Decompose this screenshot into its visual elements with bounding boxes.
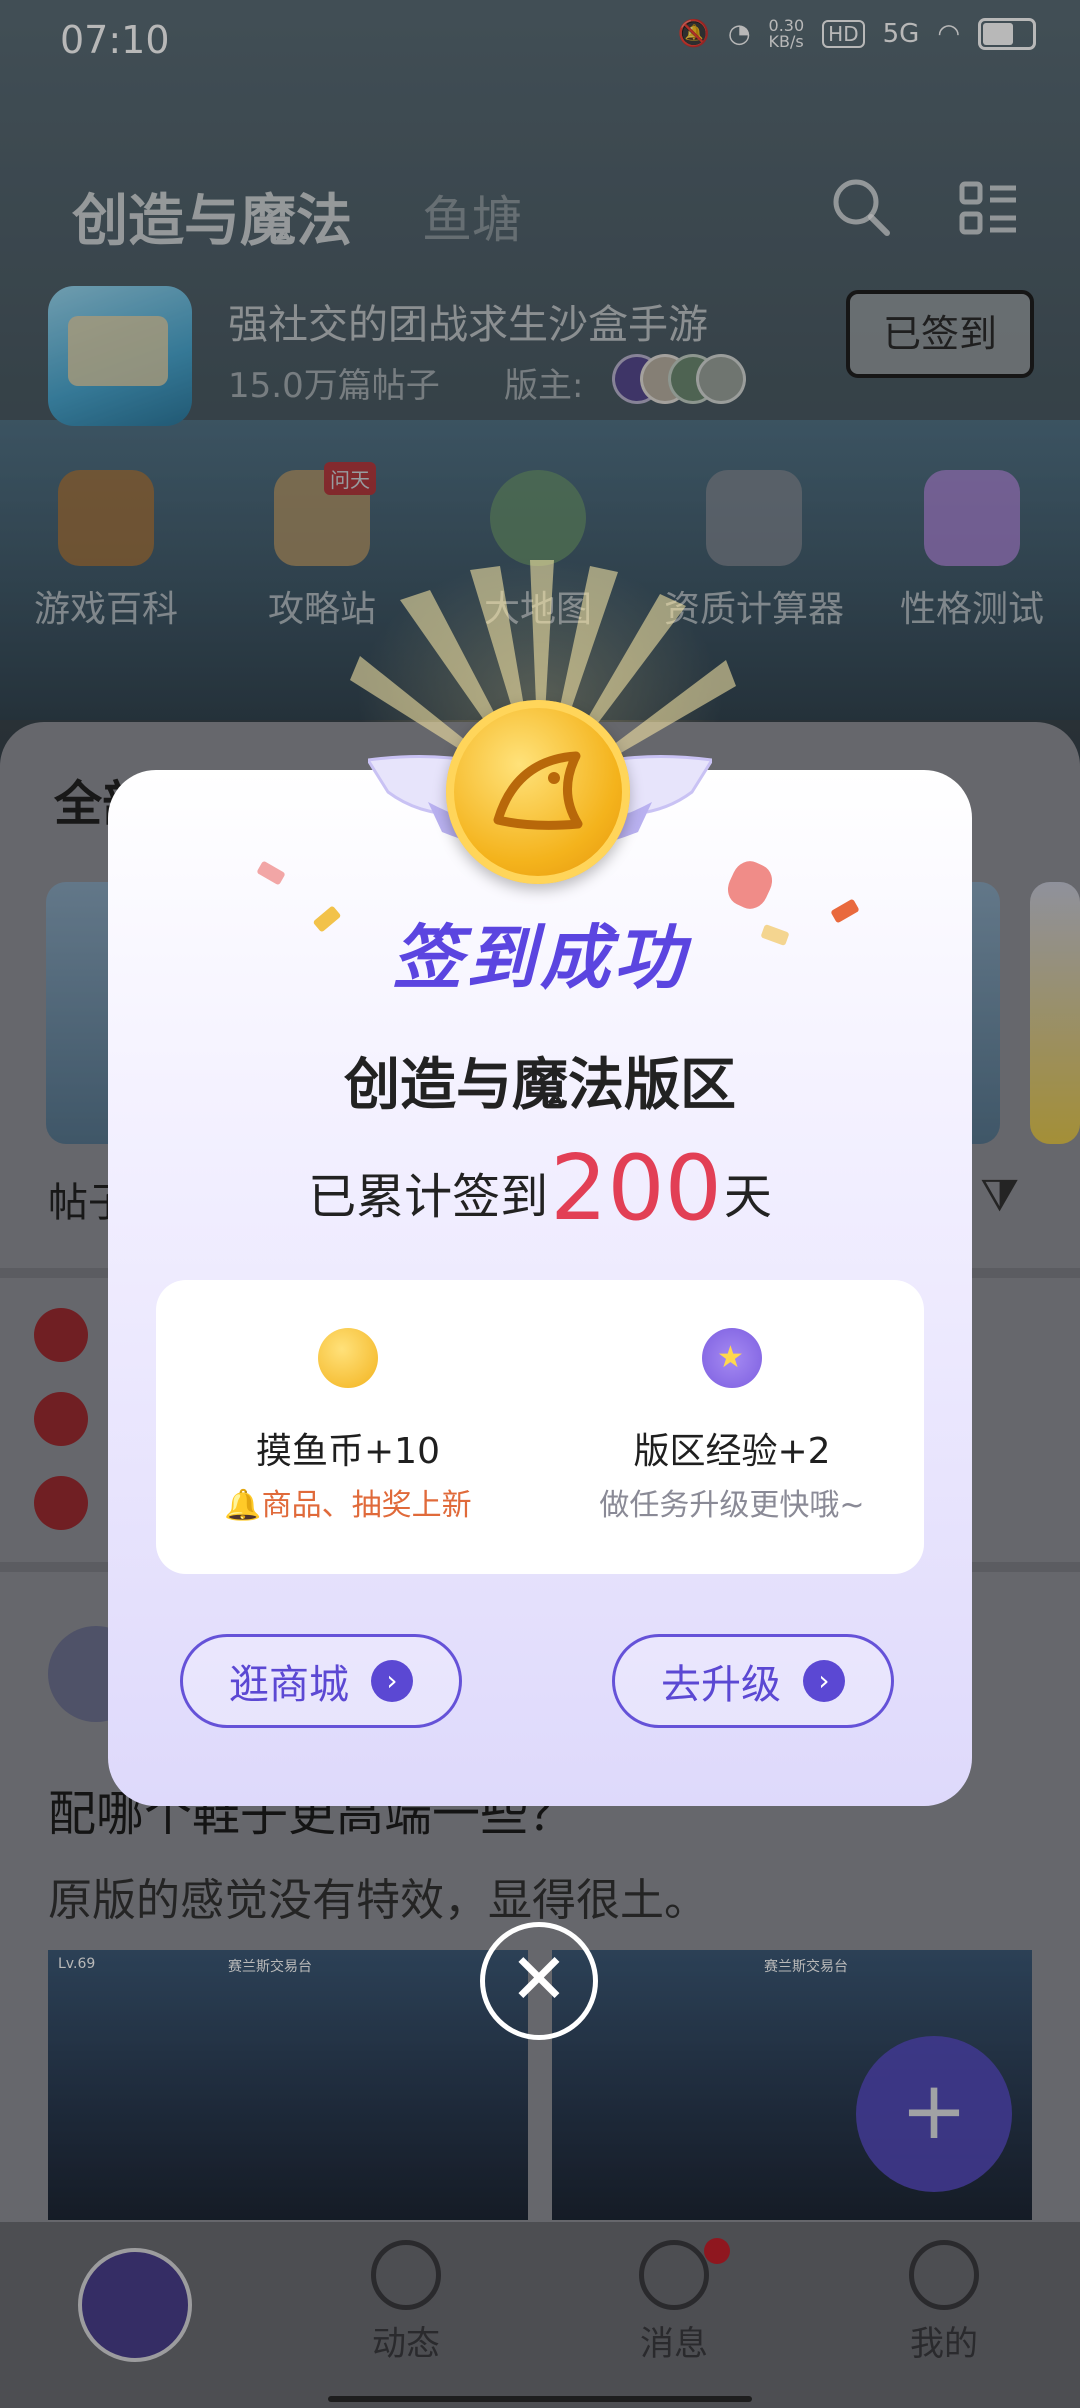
go-upgrade-label: 去升级 [661, 1662, 781, 1708]
signin-success-title: 签到成功 [392, 917, 688, 999]
go-upgrade-button[interactable]: 去升级 › [612, 1634, 894, 1728]
chevron-right-icon: › [371, 1660, 413, 1702]
star-badge-icon: ★ [702, 1328, 762, 1388]
close-icon[interactable]: ✕ [480, 1922, 598, 2040]
reward-coins: 摸鱼币+10 [256, 1431, 440, 1472]
days-suffix: 天 [723, 1169, 772, 1225]
reward-exp-note: 做任务升级更快哦~ [599, 1488, 865, 1523]
fish-coin-icon [446, 700, 630, 884]
fish-coin-icon [318, 1328, 378, 1388]
dialog-forum-name: 创造与魔法版区 [344, 1053, 736, 1118]
reward-coins-note-text: 商品、抽奖上新 [261, 1488, 472, 1523]
star-icon: ★ [717, 1340, 744, 1375]
reward-exp: 版区经验+2 [633, 1431, 831, 1472]
go-shop-button[interactable]: 逛商城 › [180, 1634, 462, 1728]
days-prefix: 已累计签到 [308, 1169, 549, 1225]
go-shop-label: 逛商城 [229, 1662, 349, 1708]
reward-coins-note[interactable]: 🔔商品、抽奖上新 [156, 1480, 540, 1524]
days-count: 200 [550, 1136, 722, 1241]
bell-icon: 🔔 [224, 1488, 262, 1523]
signin-days-line: 已累计签到200天 [0, 1136, 1080, 1241]
chevron-right-icon: › [803, 1660, 845, 1702]
